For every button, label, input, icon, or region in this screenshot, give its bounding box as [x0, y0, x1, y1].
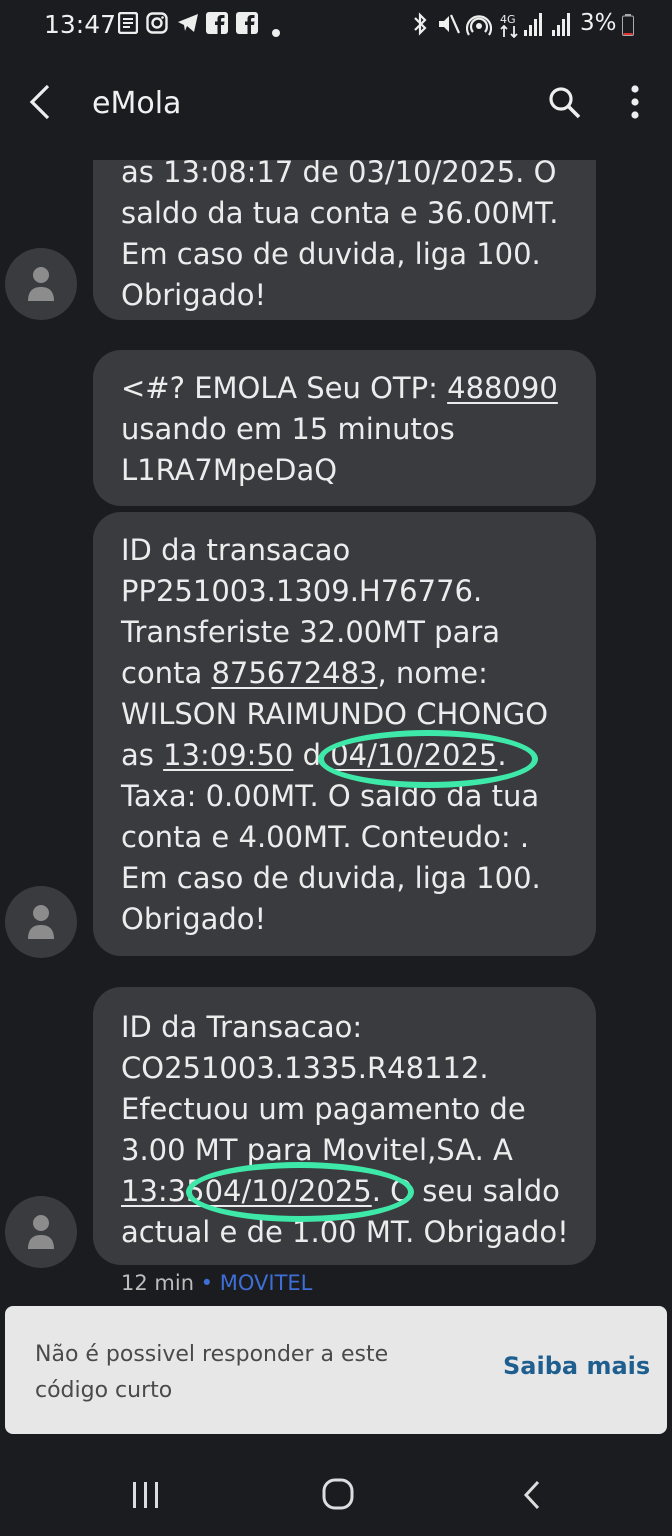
date-link[interactable]: 04/10/2025 [205, 1174, 372, 1208]
more-vert-icon[interactable] [630, 84, 640, 124]
app-bar: eMola [0, 52, 672, 160]
dot-icon [272, 18, 280, 43]
recents-icon[interactable] [131, 1482, 161, 1512]
conversation-title: eMola [92, 86, 182, 121]
home-icon[interactable] [322, 1478, 354, 1514]
message-line: saldo da tua conta e 36.00MT. [121, 196, 559, 230]
arrow-back-icon[interactable] [26, 82, 56, 126]
message-line: conta e 4.00MT. Conteudo: . [121, 820, 530, 854]
signal-icon [524, 12, 546, 42]
avatar[interactable] [5, 886, 77, 958]
message-line: Obrigado! [121, 278, 267, 312]
time-link[interactable]: 13:35 [121, 1174, 205, 1208]
message-line: actual e de 1.00 MT. Obrigado! [121, 1215, 569, 1249]
mute-icon [436, 12, 461, 42]
message-line: 3.00 MT para Movitel,SA. A [121, 1133, 513, 1167]
signal-icon [552, 12, 574, 42]
carrier-name: MOVITEL [219, 1271, 313, 1295]
data-4g-icon: 4G [500, 12, 520, 44]
time-link[interactable]: 13:09:50 [163, 738, 293, 772]
navigation-bar [0, 1436, 672, 1536]
facebook-icon [236, 12, 258, 40]
message-line: PP251003.1309.H76776. [121, 574, 483, 608]
message-text: . [497, 738, 507, 772]
status-bar: 13:47 4G 3% [0, 0, 672, 52]
message-text: . O seu saldo [371, 1174, 560, 1208]
instagram-icon [146, 12, 168, 40]
notes-icon [117, 11, 139, 40]
facebook-icon [206, 12, 228, 40]
message-line: WILSON RAIMUNDO CHONGO [121, 697, 549, 731]
message-line: L1RA7MpeDaQ [121, 453, 338, 487]
otp-code[interactable]: 488090 [447, 371, 558, 405]
learn-more-link[interactable]: Saiba mais [503, 1352, 650, 1380]
message-line: Em caso de duvida, liga 100. [121, 861, 541, 895]
message-line: usando em 15 minutos [121, 412, 455, 446]
message-text: conta [121, 656, 212, 690]
account-number-link[interactable]: 875672483 [211, 656, 377, 690]
svg-text:4G: 4G [500, 13, 516, 26]
message-line: Efectuou um pagamento de [121, 1092, 526, 1126]
reply-unavailable-banner: Não é possivel responder a este código c… [5, 1306, 667, 1434]
message-text: as [121, 738, 164, 772]
message-text: <#? EMOLA Seu OTP: [121, 371, 448, 405]
message-bubble[interactable]: <#? EMOLA Seu OTP: 488090 usando em 15 m… [93, 350, 596, 506]
message-line: Em caso de duvida, liga 100. [121, 237, 541, 271]
message-meta: 12 min • MOVITEL [121, 1271, 312, 1295]
hotspot-icon [465, 12, 493, 42]
separator: • [194, 1271, 220, 1295]
message-line: Taxa: 0.00MT. O saldo da tua [121, 779, 540, 813]
date-link[interactable]: 04/10/2025 [330, 738, 497, 772]
message-line: Obrigado! [121, 902, 267, 936]
message-line: Transferiste 32.00MT para [121, 615, 501, 649]
message-line: CO251003.1335.R48112. [121, 1051, 489, 1085]
banner-message: Não é possivel responder a este código c… [35, 1342, 389, 1403]
message-time: 12 min [121, 1271, 194, 1295]
message-line: ID da Transacao: [121, 1010, 363, 1044]
search-icon[interactable] [548, 86, 582, 124]
avatar[interactable] [5, 248, 77, 320]
battery-percent: 3% [580, 10, 617, 36]
message-bubble[interactable]: ID da transacao PP251003.1309.H76776. Tr… [93, 512, 596, 956]
telegram-icon [176, 12, 200, 40]
message-bubble[interactable]: ID da Transacao: CO251003.1335.R48112. E… [93, 987, 596, 1265]
battery-icon [622, 14, 634, 42]
avatar[interactable] [5, 1196, 77, 1268]
nav-back-icon[interactable] [522, 1480, 542, 1514]
message-text: d [293, 738, 331, 772]
bluetooth-icon [412, 12, 428, 42]
message-text: , nome: [377, 656, 488, 690]
message-line: ID da transacao [121, 533, 351, 567]
status-time: 13:47 [44, 10, 117, 39]
